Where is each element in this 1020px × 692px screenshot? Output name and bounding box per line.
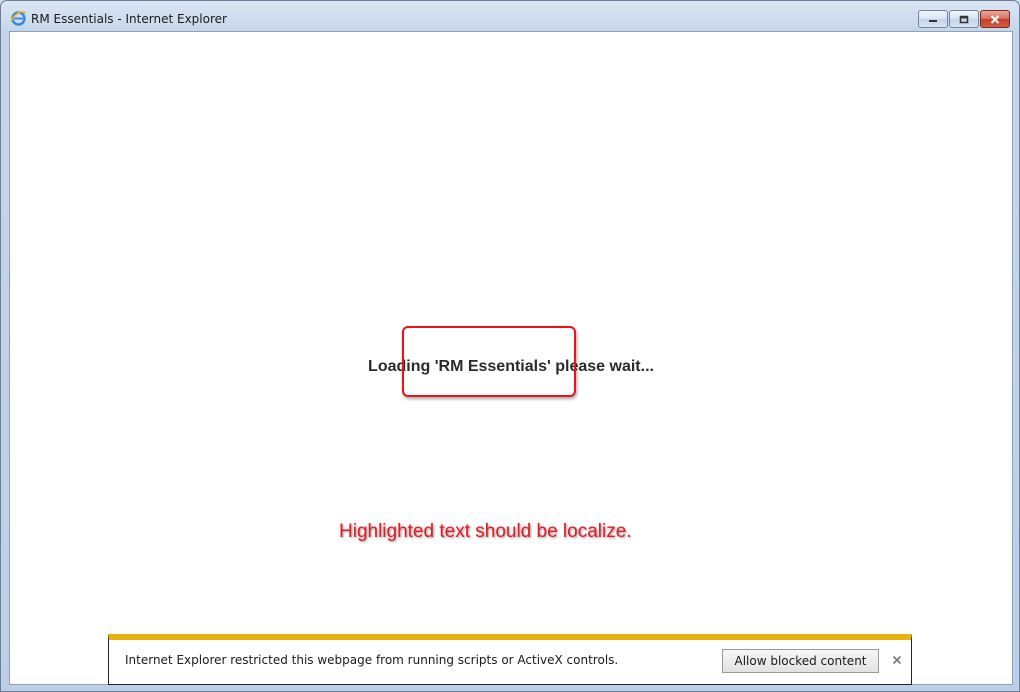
annotation-text: Highlighted text should be localize. [339,521,632,542]
page-content: Loading 'RM Essentials' please wait... H… [9,31,1013,685]
window-title: RM Essentials - Internet Explorer [31,12,227,26]
close-icon [990,14,1000,24]
title-bar[interactable]: RM Essentials - Internet Explorer [1,1,1019,31]
minimize-icon [929,20,937,22]
highlight-box [402,326,576,397]
notification-message: Internet Explorer restricted this webpag… [125,653,619,667]
close-icon [892,655,902,665]
internet-explorer-icon [10,11,27,26]
restore-button[interactable] [949,10,979,28]
notification-close-button[interactable] [890,653,904,667]
caption-buttons [918,10,1010,28]
browser-window: RM Essentials - Internet Explorer Loadin… [0,0,1020,692]
allow-blocked-content-button[interactable]: Allow blocked content [722,649,879,673]
minimize-button[interactable] [918,10,948,28]
close-button[interactable] [980,10,1010,28]
restore-icon [959,15,969,23]
notification-bar: Internet Explorer restricted this webpag… [108,634,912,685]
